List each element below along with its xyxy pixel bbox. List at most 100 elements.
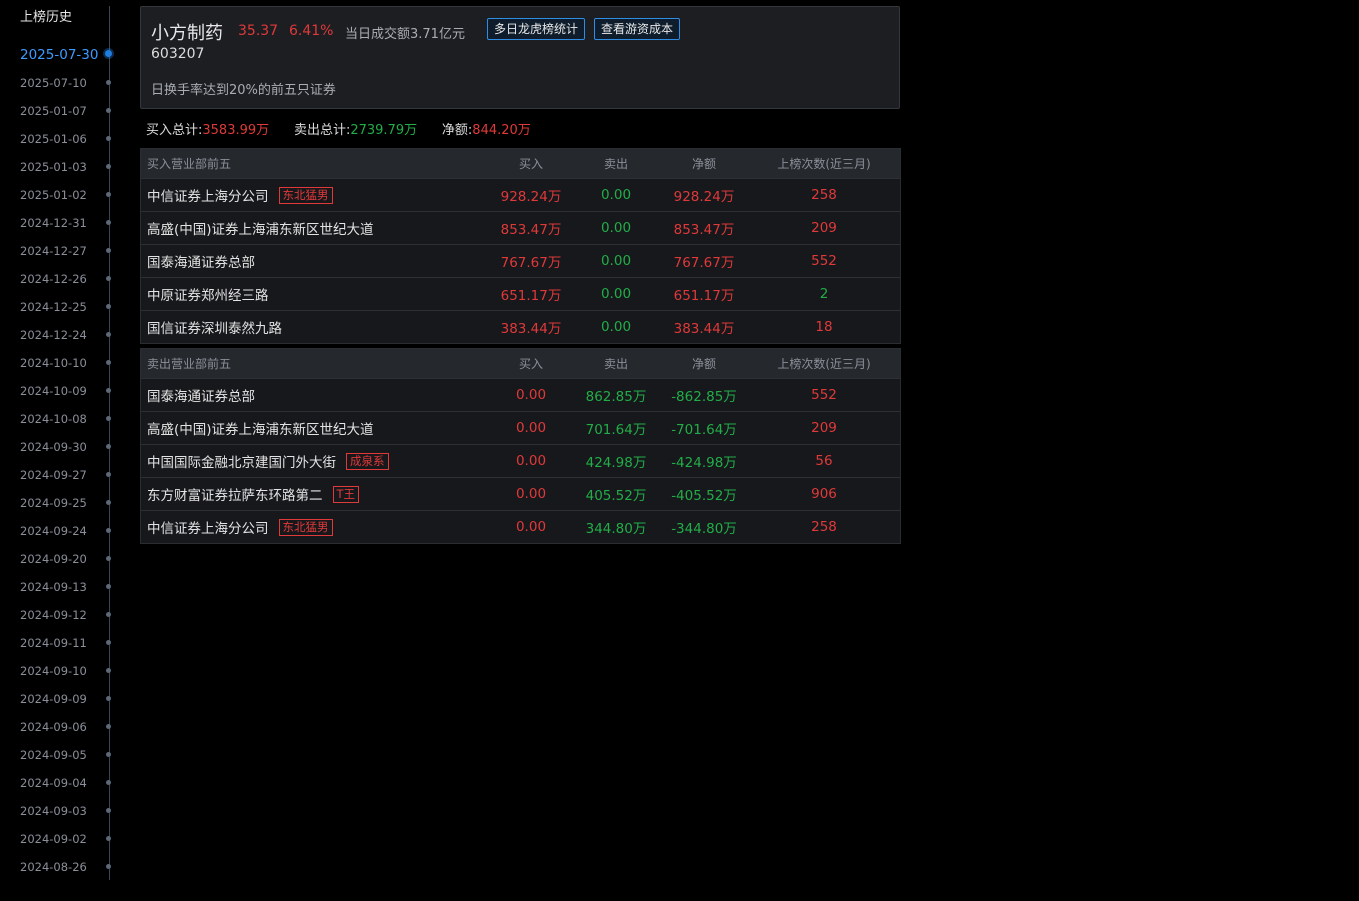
date-item[interactable]: 2024-09-10 (20, 661, 120, 681)
header-cell: 卖出营业部前五 (147, 357, 232, 371)
timeline-dot (106, 332, 111, 337)
history-sidebar: 上榜历史 2025-07-30 2025-07-10 2025-01-07 2025-… (0, 0, 130, 901)
date-item[interactable]: 2025-01-06 (20, 129, 120, 149)
broker-name-cell: 高盛(中国)证券上海浦东新区世纪大道 (147, 412, 374, 444)
timeline-dot (106, 444, 111, 449)
date-item[interactable]: 2024-09-20 (20, 549, 120, 569)
date-item[interactable]: 2024-12-25 (20, 297, 120, 317)
buy-total-value: 3583.99万 (202, 123, 270, 138)
table-row[interactable]: 中国国际金融北京建国门外大街 成泉系 0.00 424.98万 -424.98万 56 (141, 445, 900, 478)
date-label: 2024-09-25 (20, 496, 87, 510)
timeline-dot (106, 640, 111, 645)
broker-name: 中信证券上海分公司 (147, 521, 269, 537)
broker-name: 中信证券上海分公司 (147, 189, 269, 205)
date-item[interactable]: 2024-09-30 (20, 437, 120, 457)
date-item[interactable]: 2024-12-31 (20, 213, 120, 233)
table-row[interactable]: 东方财富证券拉萨东环路第二 T王 0.00 405.52万 -405.52万 906 (141, 478, 900, 511)
table-row[interactable]: 国泰海通证券总部 767.67万 0.00 767.67万 552 (141, 245, 900, 278)
date-item[interactable]: 2024-09-05 (20, 745, 120, 765)
date-item[interactable]: 2024-08-26 (20, 857, 120, 877)
timeline-dot (106, 164, 111, 169)
sell-total-value: 2739.79万 (350, 123, 418, 138)
buy-total-label: 买入总计: (146, 123, 203, 138)
date-item[interactable]: 2024-12-27 (20, 241, 120, 261)
date-item[interactable]: 2024-10-09 (20, 381, 120, 401)
date-item[interactable]: 2025-01-02 (20, 185, 120, 205)
stock-header-card: 小方制药 35.37 6.41% 当日成交额3.71亿元 多日龙虎榜统计 查看游… (140, 6, 900, 109)
listing-count: 906 (811, 486, 837, 502)
date-item[interactable]: 2024-09-09 (20, 689, 120, 709)
timeline-dot (106, 472, 111, 477)
date-label: 2024-09-11 (20, 636, 87, 650)
table-row[interactable]: 国信证券深圳泰然九路 383.44万 0.00 383.44万 18 (141, 311, 900, 343)
date-item[interactable]: 2024-09-27 (20, 465, 120, 485)
date-item[interactable]: 2024-09-11 (20, 633, 120, 653)
broker-name: 高盛(中国)证券上海浦东新区世纪大道 (147, 222, 374, 238)
net-amount: -344.80万 (671, 521, 737, 537)
table-row[interactable]: 国泰海通证券总部 0.00 862.85万 -862.85万 552 (141, 379, 900, 412)
trader-tag[interactable]: T王 (332, 485, 360, 503)
listing-count: 258 (811, 187, 837, 203)
header-cell: 净额 (691, 157, 716, 171)
table-row[interactable]: 高盛(中国)证券上海浦东新区世纪大道 853.47万 0.00 853.47万 209 (141, 212, 900, 245)
listing-count: 209 (811, 420, 837, 436)
date-item[interactable]: 2024-09-03 (20, 801, 120, 821)
date-label: 2024-09-20 (20, 552, 87, 566)
trader-tag[interactable]: 成泉系 (346, 452, 389, 470)
date-item[interactable]: 2024-12-24 (20, 325, 120, 345)
date-item[interactable]: 2024-09-24 (20, 521, 120, 541)
date-item[interactable]: 2024-10-10 (20, 353, 120, 373)
listing-count: 18 (815, 319, 833, 335)
date-label: 2024-12-26 (20, 272, 87, 286)
date-label: 2024-10-10 (20, 356, 87, 370)
stock-change-percent: 6.41% (289, 23, 334, 39)
timeline-dot (106, 780, 111, 785)
table-row[interactable]: 中信证券上海分公司 东北猛男 928.24万 0.00 928.24万 258 (141, 179, 900, 212)
date-label: 2025-07-30 (20, 47, 99, 63)
date-item[interactable]: 2024-09-06 (20, 717, 120, 737)
timeline-dot (106, 388, 111, 393)
sidebar-title: 上榜历史 (20, 10, 73, 25)
timeline-dot (106, 864, 111, 869)
date-label: 2024-09-24 (20, 524, 87, 538)
date-label: 2024-12-31 (20, 216, 87, 230)
date-label: 2024-09-06 (20, 720, 87, 734)
date-item[interactable]: 2025-01-03 (20, 157, 120, 177)
date-item[interactable]: 2024-10-08 (20, 409, 120, 429)
view-cost-button[interactable]: 查看游资成本 (594, 18, 681, 40)
date-label: 2024-09-09 (20, 692, 87, 706)
date-label: 2025-07-10 (20, 76, 87, 90)
date-item[interactable]: 2025-01-07 (20, 101, 120, 121)
net-amount: -424.98万 (671, 455, 737, 471)
date-item[interactable]: 2025-07-30 (20, 45, 120, 65)
date-item[interactable]: 2025-07-10 (20, 73, 120, 93)
sell-total-label: 卖出总计: (293, 123, 351, 138)
date-item[interactable]: 2024-09-13 (20, 577, 120, 597)
listing-count: 552 (811, 253, 837, 269)
trader-tag[interactable]: 东北猛男 (278, 186, 333, 204)
date-label: 2024-09-27 (20, 468, 87, 482)
date-label: 2024-12-27 (20, 244, 87, 258)
listing-count: 56 (815, 453, 833, 469)
timeline-dot (106, 80, 111, 85)
header-cell: 净额 (691, 357, 716, 371)
timeline-dot (106, 220, 111, 225)
date-item[interactable]: 2024-09-02 (20, 829, 120, 849)
date-item[interactable]: 2024-09-04 (20, 773, 120, 793)
table-row[interactable]: 中原证券郑州经三路 651.17万 0.00 651.17万 2 (141, 278, 900, 311)
trader-tag[interactable]: 东北猛男 (278, 518, 333, 536)
multi-day-stats-button[interactable]: 多日龙虎榜统计 (487, 18, 586, 40)
table-row[interactable]: 高盛(中国)证券上海浦东新区世纪大道 0.00 701.64万 -701.64万 209 (141, 412, 900, 445)
net-amount: 651.17万 (673, 288, 735, 304)
date-item[interactable]: 2024-09-12 (20, 605, 120, 625)
date-item[interactable]: 2024-12-26 (20, 269, 120, 289)
date-item[interactable]: 2024-09-25 (20, 493, 120, 513)
net-amount: 383.44万 (673, 321, 735, 337)
table-row[interactable]: 中信证券上海分公司 东北猛男 0.00 344.80万 -344.80万 258 (141, 511, 900, 543)
net-amount: 928.24万 (673, 189, 735, 205)
timeline-dot (106, 836, 111, 841)
timeline-dot (106, 612, 111, 617)
timeline-dot (106, 808, 111, 813)
listing-reason: 日换手率达到20%的前五只证券 (151, 83, 336, 98)
net-amount: -862.85万 (671, 389, 737, 405)
